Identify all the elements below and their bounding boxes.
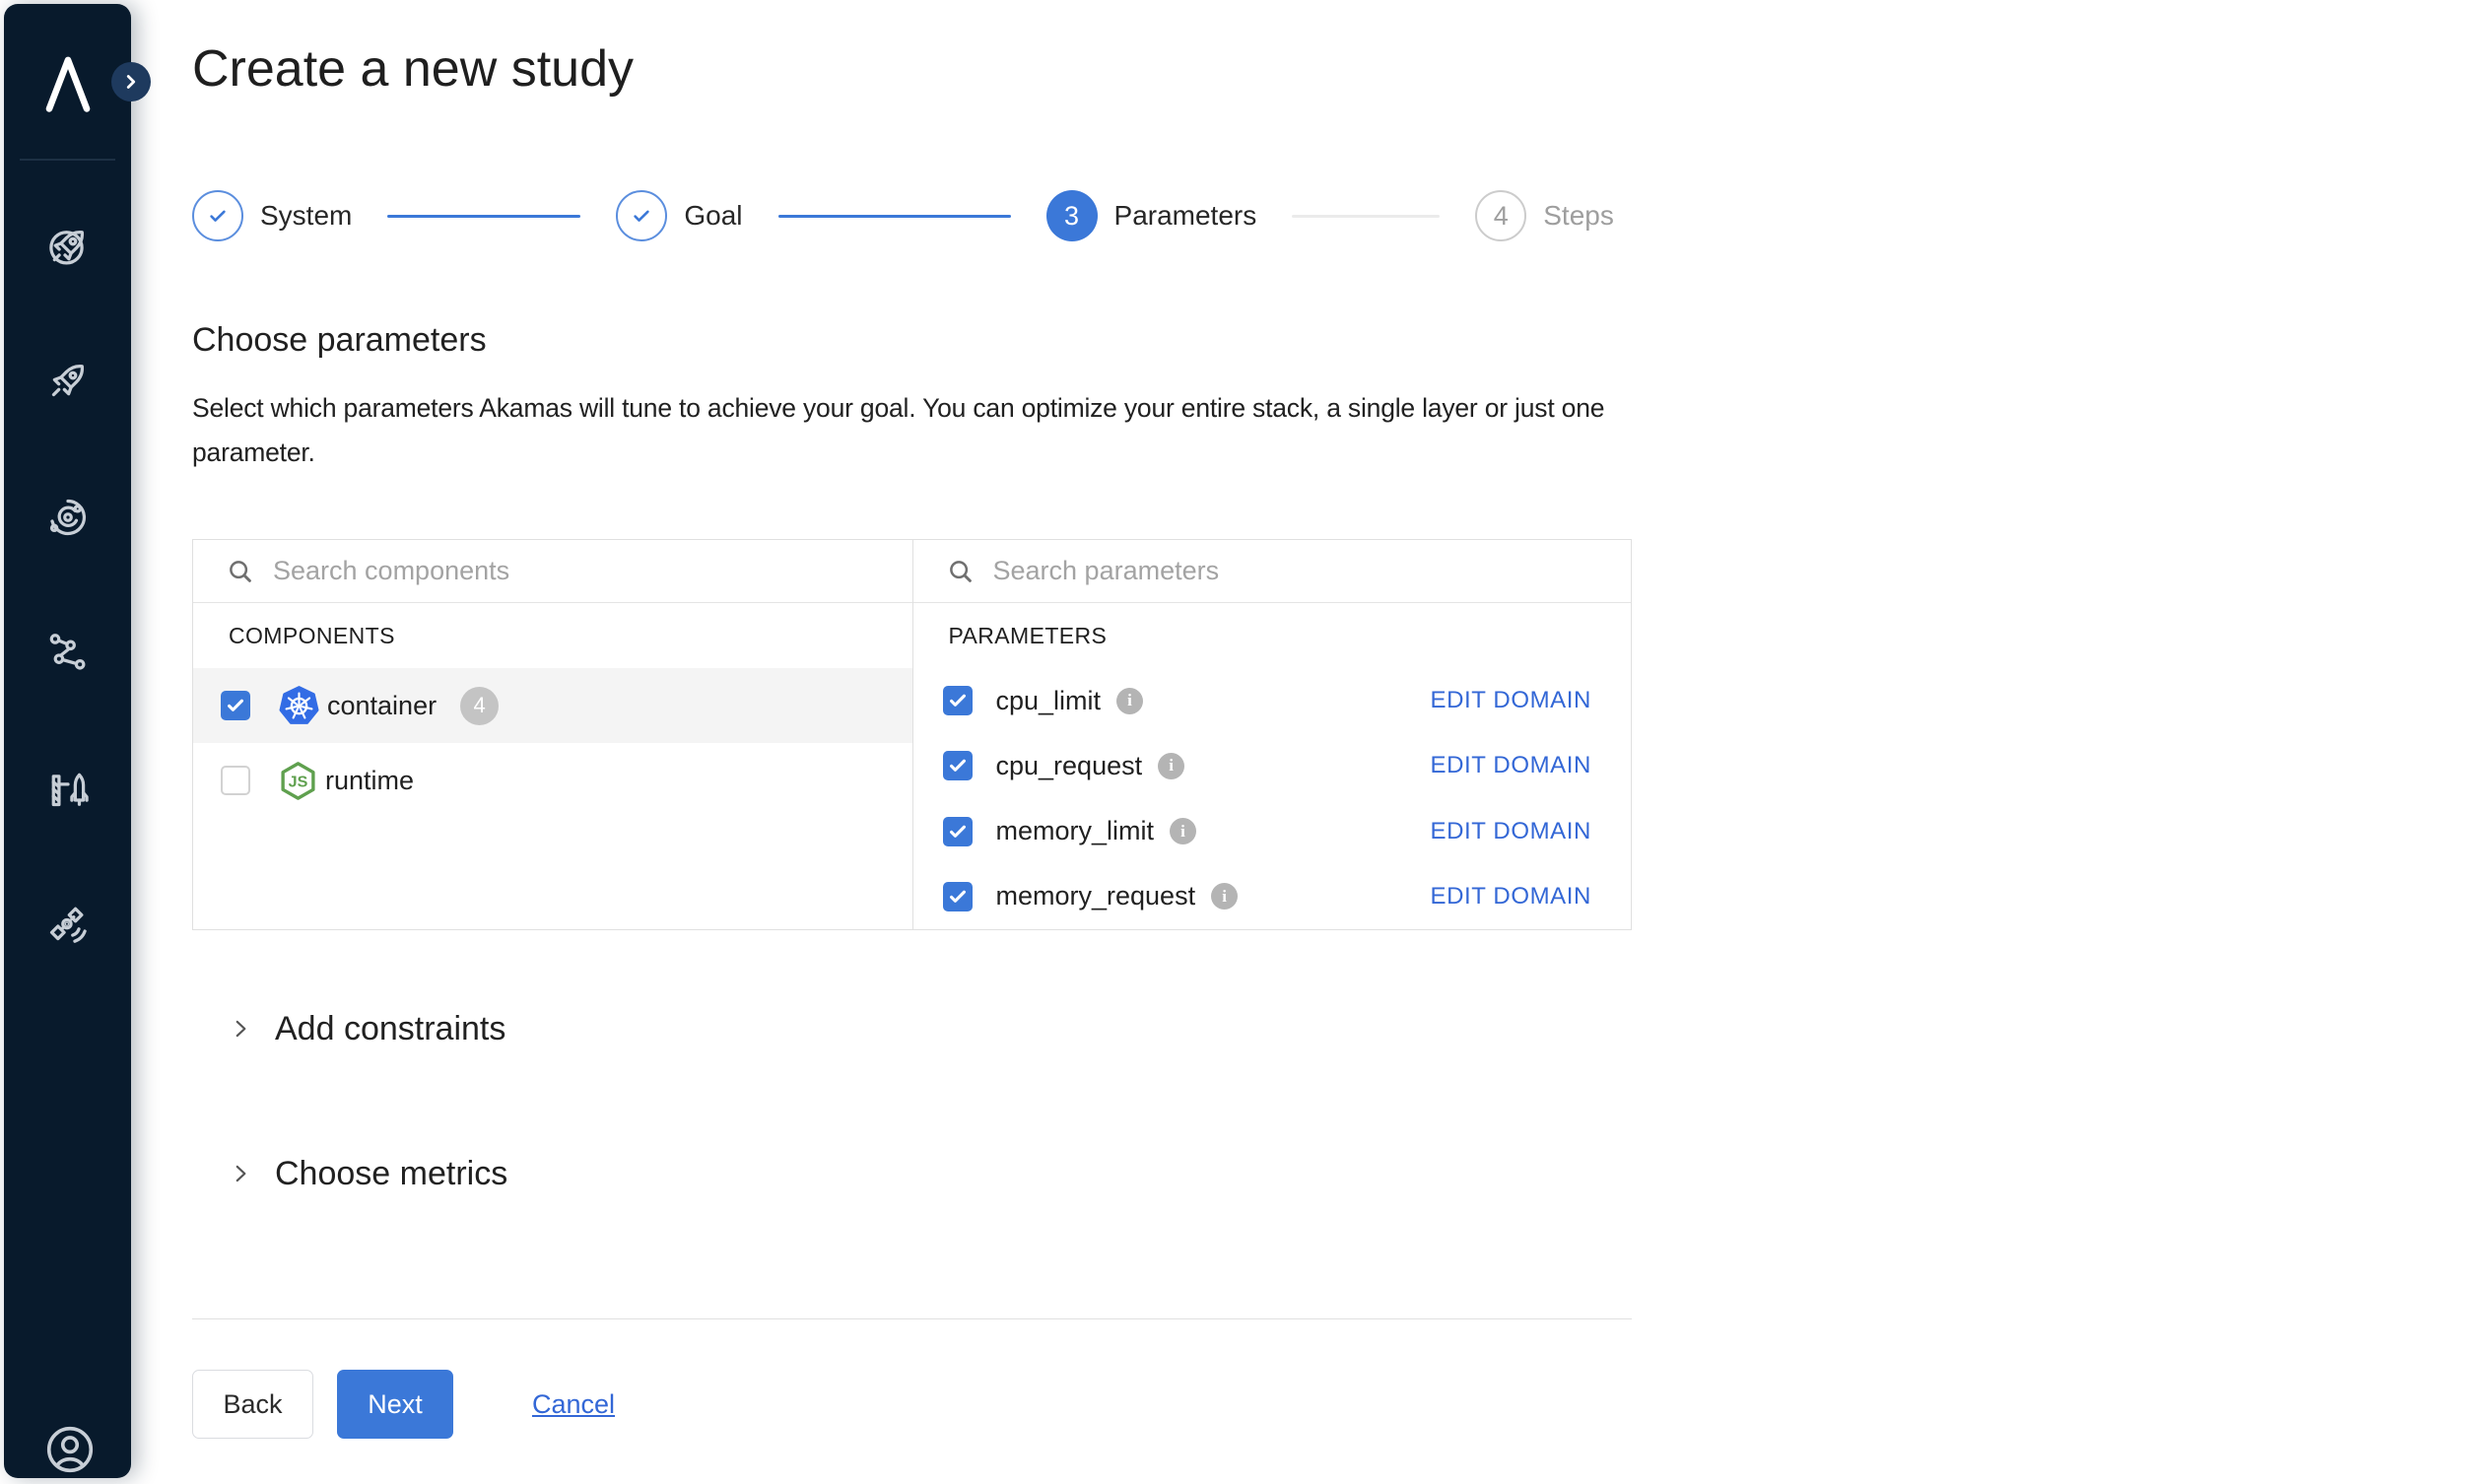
chevron-right-icon xyxy=(228,1161,253,1186)
components-header: COMPONENTS xyxy=(193,603,912,668)
step-label: Steps xyxy=(1543,200,1614,232)
page-title: Create a new study xyxy=(192,39,634,99)
component-name: runtime xyxy=(325,766,414,796)
component-name: container xyxy=(327,691,437,721)
sidebar-item-orbit-planet[interactable] xyxy=(35,485,100,549)
sidebar-item-rocket[interactable] xyxy=(35,348,100,412)
search-icon xyxy=(226,557,255,586)
step-goal[interactable]: Goal xyxy=(616,190,742,241)
parameter-row-memory-request[interactable]: memory_request i EDIT DOMAIN xyxy=(913,864,1632,929)
akamas-lambda-icon xyxy=(37,51,99,116)
user-avatar-icon xyxy=(41,1421,99,1478)
step-connector xyxy=(1292,215,1440,218)
main-content: Create a new study System Goal 3 Paramet… xyxy=(131,0,2491,1484)
component-row-runtime[interactable]: JS runtime xyxy=(193,743,912,818)
rocket-orbit-icon xyxy=(42,221,94,272)
parameters-list: cpu_limit i EDIT DOMAIN cpu_request i ED… xyxy=(913,668,1632,929)
kubernetes-icon xyxy=(276,683,322,729)
parameter-row-cpu-request[interactable]: cpu_request i EDIT DOMAIN xyxy=(913,733,1632,798)
step-number-badge: 4 xyxy=(1475,190,1526,241)
step-connector xyxy=(387,215,580,218)
parameters-header: PARAMETERS xyxy=(913,603,1632,668)
choose-parameters-description: Select which parameters Akamas will tune… xyxy=(192,386,1646,475)
chevron-right-icon xyxy=(120,71,142,93)
step-steps[interactable]: 4 Steps xyxy=(1475,190,1614,241)
info-icon[interactable]: i xyxy=(1116,688,1143,714)
step-system[interactable]: System xyxy=(192,190,352,241)
parameter-name: memory_request xyxy=(996,881,1196,911)
choose-metrics-label: Choose metrics xyxy=(275,1155,507,1193)
component-checkbox[interactable] xyxy=(221,766,250,795)
footer-divider xyxy=(192,1318,1632,1319)
parameter-name: cpu_request xyxy=(996,751,1143,781)
search-icon xyxy=(946,557,976,586)
parameter-checkbox[interactable] xyxy=(943,882,973,911)
chevron-right-icon xyxy=(228,1016,253,1042)
component-checkbox[interactable] xyxy=(221,691,250,720)
step-label: System xyxy=(260,200,352,232)
search-parameters-input[interactable] xyxy=(993,556,1632,586)
choose-metrics-toggle[interactable]: Choose metrics xyxy=(192,1147,507,1200)
parameters-panel: PARAMETERS cpu_limit i EDIT DOMAIN xyxy=(912,540,1632,929)
components-panel: COMPONENTS xyxy=(193,540,912,929)
info-icon[interactable]: i xyxy=(1158,753,1184,779)
edit-domain-link[interactable]: EDIT DOMAIN xyxy=(1430,687,1591,714)
components-search-row xyxy=(193,540,912,603)
component-row-container[interactable]: container 4 xyxy=(193,668,912,743)
sidebar-expand-button[interactable] xyxy=(111,62,151,101)
info-icon[interactable]: i xyxy=(1211,883,1238,910)
add-constraints-label: Add constraints xyxy=(275,1010,505,1048)
parameter-name: memory_limit xyxy=(996,816,1155,846)
add-constraints-toggle[interactable]: Add constraints xyxy=(192,1002,505,1055)
parameter-name: cpu_limit xyxy=(996,686,1102,716)
selection-panels: COMPONENTS xyxy=(192,539,1632,930)
step-completed-check-icon xyxy=(616,190,667,241)
edit-domain-link[interactable]: EDIT DOMAIN xyxy=(1430,752,1591,779)
nodejs-icon: JS xyxy=(276,759,320,803)
parameters-search-row xyxy=(913,540,1632,603)
sidebar-item-rocket-orbit[interactable] xyxy=(35,214,100,278)
edit-domain-link[interactable]: EDIT DOMAIN xyxy=(1430,818,1591,845)
choose-parameters-heading: Choose parameters xyxy=(192,321,487,360)
parameter-row-memory-limit[interactable]: memory_limit i EDIT DOMAIN xyxy=(913,799,1632,864)
app-window: Create a new study System Goal 3 Paramet… xyxy=(0,0,2491,1484)
user-avatar[interactable] xyxy=(41,1421,99,1478)
sidebar-item-network-nodes[interactable] xyxy=(35,621,100,685)
svg-text:JS: JS xyxy=(289,773,308,790)
step-parameters[interactable]: 3 Parameters xyxy=(1046,190,1257,241)
cancel-link[interactable]: Cancel xyxy=(532,1370,615,1439)
sidebar-item-satellite[interactable] xyxy=(35,894,100,958)
sidebar xyxy=(4,4,131,1478)
orbit-planet-icon xyxy=(42,492,94,543)
step-number-badge: 3 xyxy=(1046,190,1098,241)
parameter-checkbox[interactable] xyxy=(943,817,973,846)
parameter-row-cpu-limit[interactable]: cpu_limit i EDIT DOMAIN xyxy=(913,668,1632,733)
step-label: Parameters xyxy=(1114,200,1257,232)
parameter-count-badge: 4 xyxy=(460,687,499,725)
launchpad-icon xyxy=(42,765,94,816)
rocket-icon xyxy=(42,355,94,406)
info-icon[interactable]: i xyxy=(1170,818,1196,844)
edit-domain-link[interactable]: EDIT DOMAIN xyxy=(1430,883,1591,911)
wizard-stepper: System Goal 3 Parameters 4 Steps xyxy=(192,190,1614,241)
step-connector xyxy=(778,215,1011,218)
back-button[interactable]: Back xyxy=(192,1370,313,1439)
network-nodes-icon xyxy=(42,628,94,679)
sidebar-divider xyxy=(20,159,115,161)
search-components-input[interactable] xyxy=(273,556,912,586)
next-button[interactable]: Next xyxy=(337,1370,453,1439)
parameter-checkbox[interactable] xyxy=(943,686,973,715)
step-completed-check-icon xyxy=(192,190,243,241)
step-label: Goal xyxy=(684,200,742,232)
sidebar-item-launchpad[interactable] xyxy=(35,758,100,822)
parameter-checkbox[interactable] xyxy=(943,751,973,780)
satellite-icon xyxy=(42,901,94,952)
